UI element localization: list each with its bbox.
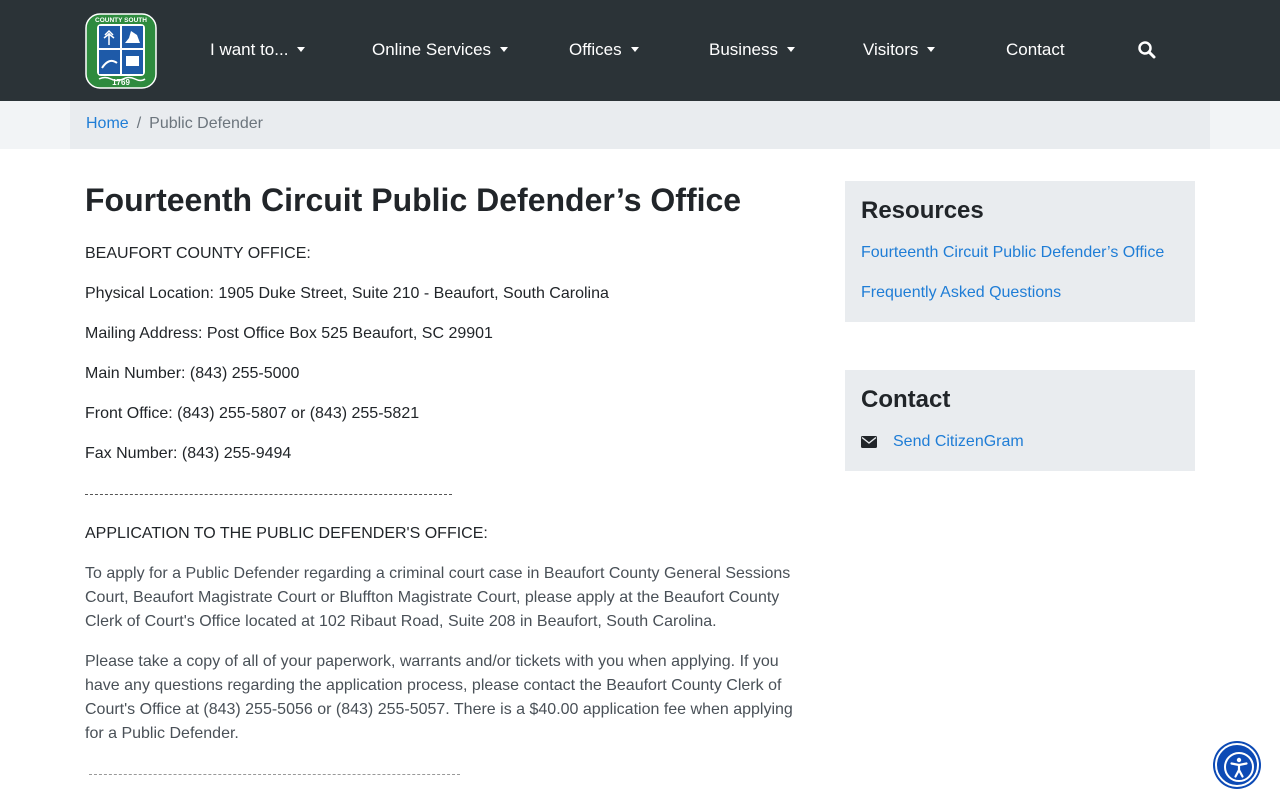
fax-number: Fax Number: (843) 255-9494 (85, 445, 292, 462)
svg-text:1769: 1769 (112, 78, 130, 87)
resources-title: Resources (861, 197, 984, 224)
application-paragraph: To apply for a Public Defender regarding… (85, 565, 791, 630)
page-title: Fourteenth Circuit Public Defender’s Off… (85, 182, 742, 218)
resources-card: Resources Fourteenth Circuit Public Defe… (845, 181, 1195, 322)
breadcrumb-separator: / (136, 115, 142, 132)
caret-down-icon (630, 47, 639, 52)
mailing-address: Mailing Address: Post Office Box 525 Bea… (85, 325, 493, 342)
front-office-number: Front Office: (843) 255-5807 or (843) 25… (85, 405, 420, 422)
nav-i-want-to[interactable]: I want to... (210, 38, 306, 62)
nav-online-services[interactable]: Online Services (372, 38, 509, 62)
nav-offices[interactable]: Offices (569, 38, 639, 62)
top-navbar: 1769 COUNTY SOUTH I want to... Online Se… (0, 0, 1280, 101)
resource-link-faq[interactable]: Frequently Asked Questions (861, 282, 1061, 304)
accessibility-button[interactable] (1215, 743, 1259, 787)
dashed-divider (85, 494, 452, 495)
nav-label: Business (709, 40, 778, 59)
nav-label: Visitors (863, 40, 919, 59)
caret-down-icon (927, 47, 936, 52)
contact-card: Contact Send CitizenGram (845, 370, 1195, 471)
application-instructions-paragraph: Please take a copy of all of your paperw… (85, 653, 793, 742)
nav-label: I want to... (210, 40, 289, 59)
accessibility-icon (1224, 752, 1254, 782)
nav-label: Contact (1006, 40, 1065, 59)
breadcrumb: Home / Public Defender (86, 113, 263, 135)
nav-label: Online Services (372, 40, 492, 59)
contact-title: Contact (861, 386, 951, 413)
caret-down-icon (297, 47, 306, 52)
main-number: Main Number: (843) 255-5000 (85, 365, 300, 382)
county-seal-logo[interactable]: 1769 COUNTY SOUTH (85, 13, 157, 89)
search-icon (1138, 41, 1156, 59)
envelope-icon (861, 436, 877, 448)
nav-label: Offices (569, 40, 622, 59)
breadcrumb-home-link[interactable]: Home (86, 115, 129, 132)
nav-visitors[interactable]: Visitors (863, 38, 936, 62)
nav-contact[interactable]: Contact (1006, 38, 1065, 62)
physical-location: Physical Location: 1905 Duke Street, Sui… (85, 285, 609, 302)
application-heading: APPLICATION TO THE PUBLIC DEFENDER'S OFF… (85, 525, 488, 542)
caret-down-icon (500, 47, 509, 52)
svg-text:COUNTY SOUTH: COUNTY SOUTH (95, 17, 147, 24)
county-seal-icon: 1769 COUNTY SOUTH (85, 13, 157, 89)
breadcrumb-current: Public Defender (149, 115, 263, 132)
dashed-divider (89, 774, 460, 775)
resource-link-public-defender[interactable]: Fourteenth Circuit Public Defender’s Off… (861, 242, 1164, 264)
send-citizengram-link[interactable]: Send CitizenGram (893, 431, 1024, 453)
search-button[interactable] (1137, 40, 1157, 60)
office-heading: BEAUFORT COUNTY OFFICE: (85, 245, 311, 262)
nav-business[interactable]: Business (709, 38, 795, 62)
caret-down-icon (786, 47, 795, 52)
